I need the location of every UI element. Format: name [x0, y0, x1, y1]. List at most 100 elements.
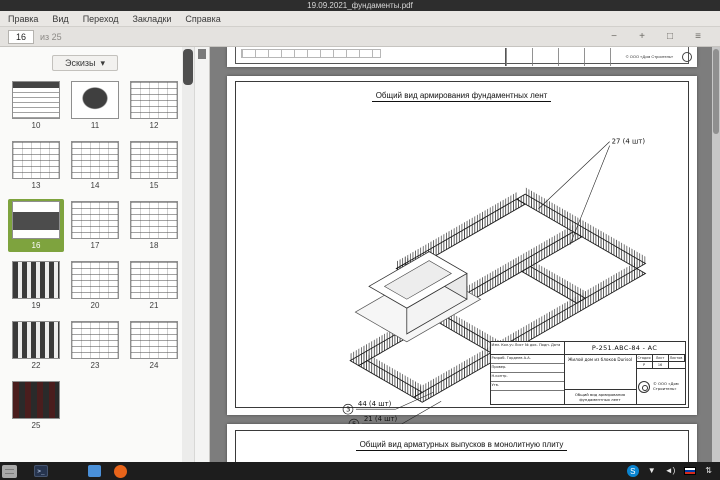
thumbnail-page-17[interactable]: 17 — [67, 199, 123, 252]
thumbnail-label: 24 — [149, 361, 159, 370]
thumbnail-page-19[interactable]: 19 — [8, 259, 64, 312]
thumbnail-page-20[interactable]: 20 — [67, 259, 123, 312]
thumbnail-image — [130, 321, 178, 359]
thumbnail-image — [12, 141, 60, 179]
stage-header: Стадия — [636, 355, 653, 362]
fit-page-icon[interactable]: □ — [662, 30, 678, 44]
thumbnail-label: 10 — [31, 121, 41, 130]
thumbnail-image — [71, 261, 119, 299]
sheets-header: Листов — [668, 355, 685, 362]
title-block-fragment: © ООО «Дом Строитель» — [504, 48, 695, 66]
window-title: 19.09.2021_фундаменты.pdf — [307, 1, 413, 10]
thumbnail-image — [12, 81, 60, 119]
menu-help[interactable]: Справка — [185, 14, 220, 24]
network-icon[interactable]: ⇅ — [705, 467, 712, 475]
keyboard-layout-ru-icon[interactable] — [684, 467, 697, 475]
page-17-top: Общий вид арматурных выпусков в монолитн… — [226, 424, 697, 462]
thumbnail-image — [12, 321, 60, 359]
thumbnail-label: 12 — [149, 121, 159, 130]
updates-icon[interactable]: ▼ — [648, 467, 656, 475]
thumbnail-page-15[interactable]: 15 — [126, 139, 182, 192]
thumbnail-image — [12, 261, 60, 299]
menu-go[interactable]: Переход — [83, 14, 119, 24]
thumbnail-label: 18 — [149, 241, 159, 250]
thumbnail-label: 25 — [31, 421, 41, 430]
zoom-out-icon[interactable]: − — [606, 30, 622, 44]
skype-icon[interactable]: S — [626, 465, 639, 477]
file-manager-icon[interactable] — [88, 465, 101, 477]
sidebar-scrollbar[interactable] — [182, 47, 194, 462]
menu-edit[interactable]: Правка — [8, 14, 38, 24]
toolbar-right-group: − + □ ≡ — [606, 30, 706, 44]
thumbnail-image — [130, 261, 178, 299]
taskbar: >_ S ▼ ◄) ⇅ — [0, 462, 720, 480]
stage-value: Р — [636, 362, 653, 369]
thumbnails-sidebar: Эскизы ▾ 10 11 12 13 14 15 16 17 18 19 2… — [0, 47, 194, 462]
sheet-title: Общий вид арматурных выпусков в монолитн… — [227, 434, 697, 452]
thumbnail-grid: 10 11 12 13 14 15 16 17 18 19 20 21 22 2… — [0, 75, 194, 432]
sheets-value — [668, 362, 685, 369]
stamp-header-row: Изм. Кол.уч Лист № док. Подп. Дата — [490, 342, 565, 355]
menubar: Правка Вид Переход Закладки Справка — [0, 11, 720, 27]
menu-bookmarks[interactable]: Закладки — [132, 14, 171, 24]
sheet-header: Лист — [652, 355, 669, 362]
thumbnail-page-23[interactable]: 23 — [67, 319, 123, 372]
thumbnail-label: 14 — [90, 181, 100, 190]
thumbnail-page-25[interactable]: 25 — [8, 379, 64, 432]
thumbnail-page-16-selected[interactable]: 16 — [8, 199, 64, 252]
volume-icon[interactable]: ◄) — [665, 467, 676, 475]
document-code: Р-251.АВС-84 - АС — [564, 342, 685, 355]
thumbnail-image — [12, 201, 60, 239]
annotation-left-bottom: 21 (4 шт) — [363, 415, 397, 423]
page-total-label: из 25 — [40, 31, 62, 42]
thumbnail-page-24[interactable]: 24 — [126, 319, 182, 372]
browser-icon[interactable] — [114, 464, 127, 478]
document-view[interactable]: © ООО «Дом Строитель» Общий вид армирова… — [211, 47, 712, 462]
stamp-signatures: Разраб. Гордеев А.А. Провер. Н.контр. Ут… — [490, 355, 565, 404]
document-scrollbar-thumb[interactable] — [713, 49, 719, 134]
company-logo — [638, 380, 650, 393]
main-area: Эскизы ▾ 10 11 12 13 14 15 16 17 18 19 2… — [0, 47, 720, 462]
thumbnail-label: 23 — [90, 361, 100, 370]
annotation-top-right: 27 (4 шт) — [611, 138, 645, 146]
annotation-left-top: 44 (4 шт) — [357, 400, 391, 408]
page-number-input[interactable] — [8, 29, 34, 44]
thumbnail-page-11[interactable]: 11 — [67, 79, 123, 132]
window-titlebar[interactable]: 19.09.2021_фундаменты.pdf — [0, 0, 720, 11]
sidebar-mode-label: Эскизы — [64, 58, 96, 68]
sheet-value: 16 — [652, 362, 669, 369]
document-scrollbar[interactable] — [712, 47, 720, 462]
thumbnail-image — [71, 81, 119, 119]
sidebar-scrollbar-thumb[interactable] — [183, 49, 193, 85]
menu-view[interactable]: Вид — [52, 14, 68, 24]
thumbnail-page-21[interactable]: 21 — [126, 259, 182, 312]
project-name: Жилой дом из блоков Durisol — [564, 355, 636, 390]
sidebar-mode-dropdown[interactable]: Эскизы ▾ — [52, 55, 118, 71]
thumbnail-label: 17 — [90, 241, 100, 250]
company-logo — [681, 52, 692, 62]
thumbnail-page-12[interactable]: 12 — [126, 79, 182, 132]
thumbnail-label: 13 — [31, 181, 41, 190]
thumbnail-image — [130, 201, 178, 239]
thumbnail-image — [71, 321, 119, 359]
thumbnail-label: 21 — [149, 301, 159, 310]
toolbar: из 25 − + □ ≡ — [0, 27, 720, 47]
thumbnail-page-18[interactable]: 18 — [126, 199, 182, 252]
menu-icon[interactable]: ≡ — [690, 30, 706, 44]
thumbnail-image — [71, 201, 119, 239]
thumbnail-page-13[interactable]: 13 — [8, 139, 64, 192]
page-16: Общий вид армирования фундаментных лент — [226, 76, 697, 430]
thumbnail-label: 19 — [31, 301, 41, 310]
desktop: 19.09.2021_фундаменты.pdf Правка Вид Пер… — [0, 0, 720, 480]
thumbnail-page-22[interactable]: 22 — [8, 319, 64, 372]
schedule-fragment — [240, 49, 381, 58]
app-menu-icon[interactable] — [2, 464, 17, 478]
pane-divider[interactable] — [194, 47, 210, 462]
page-15-bottom: © ООО «Дом Строитель» — [226, 47, 697, 67]
system-tray: S ▼ ◄) ⇅ — [626, 465, 712, 477]
thumbnail-page-10[interactable]: 10 — [8, 79, 64, 132]
terminal-icon[interactable]: >_ — [34, 465, 48, 477]
thumbnail-page-14[interactable]: 14 — [67, 139, 123, 192]
zoom-in-icon[interactable]: + — [634, 30, 650, 44]
thumbnail-label: 11 — [90, 121, 100, 130]
